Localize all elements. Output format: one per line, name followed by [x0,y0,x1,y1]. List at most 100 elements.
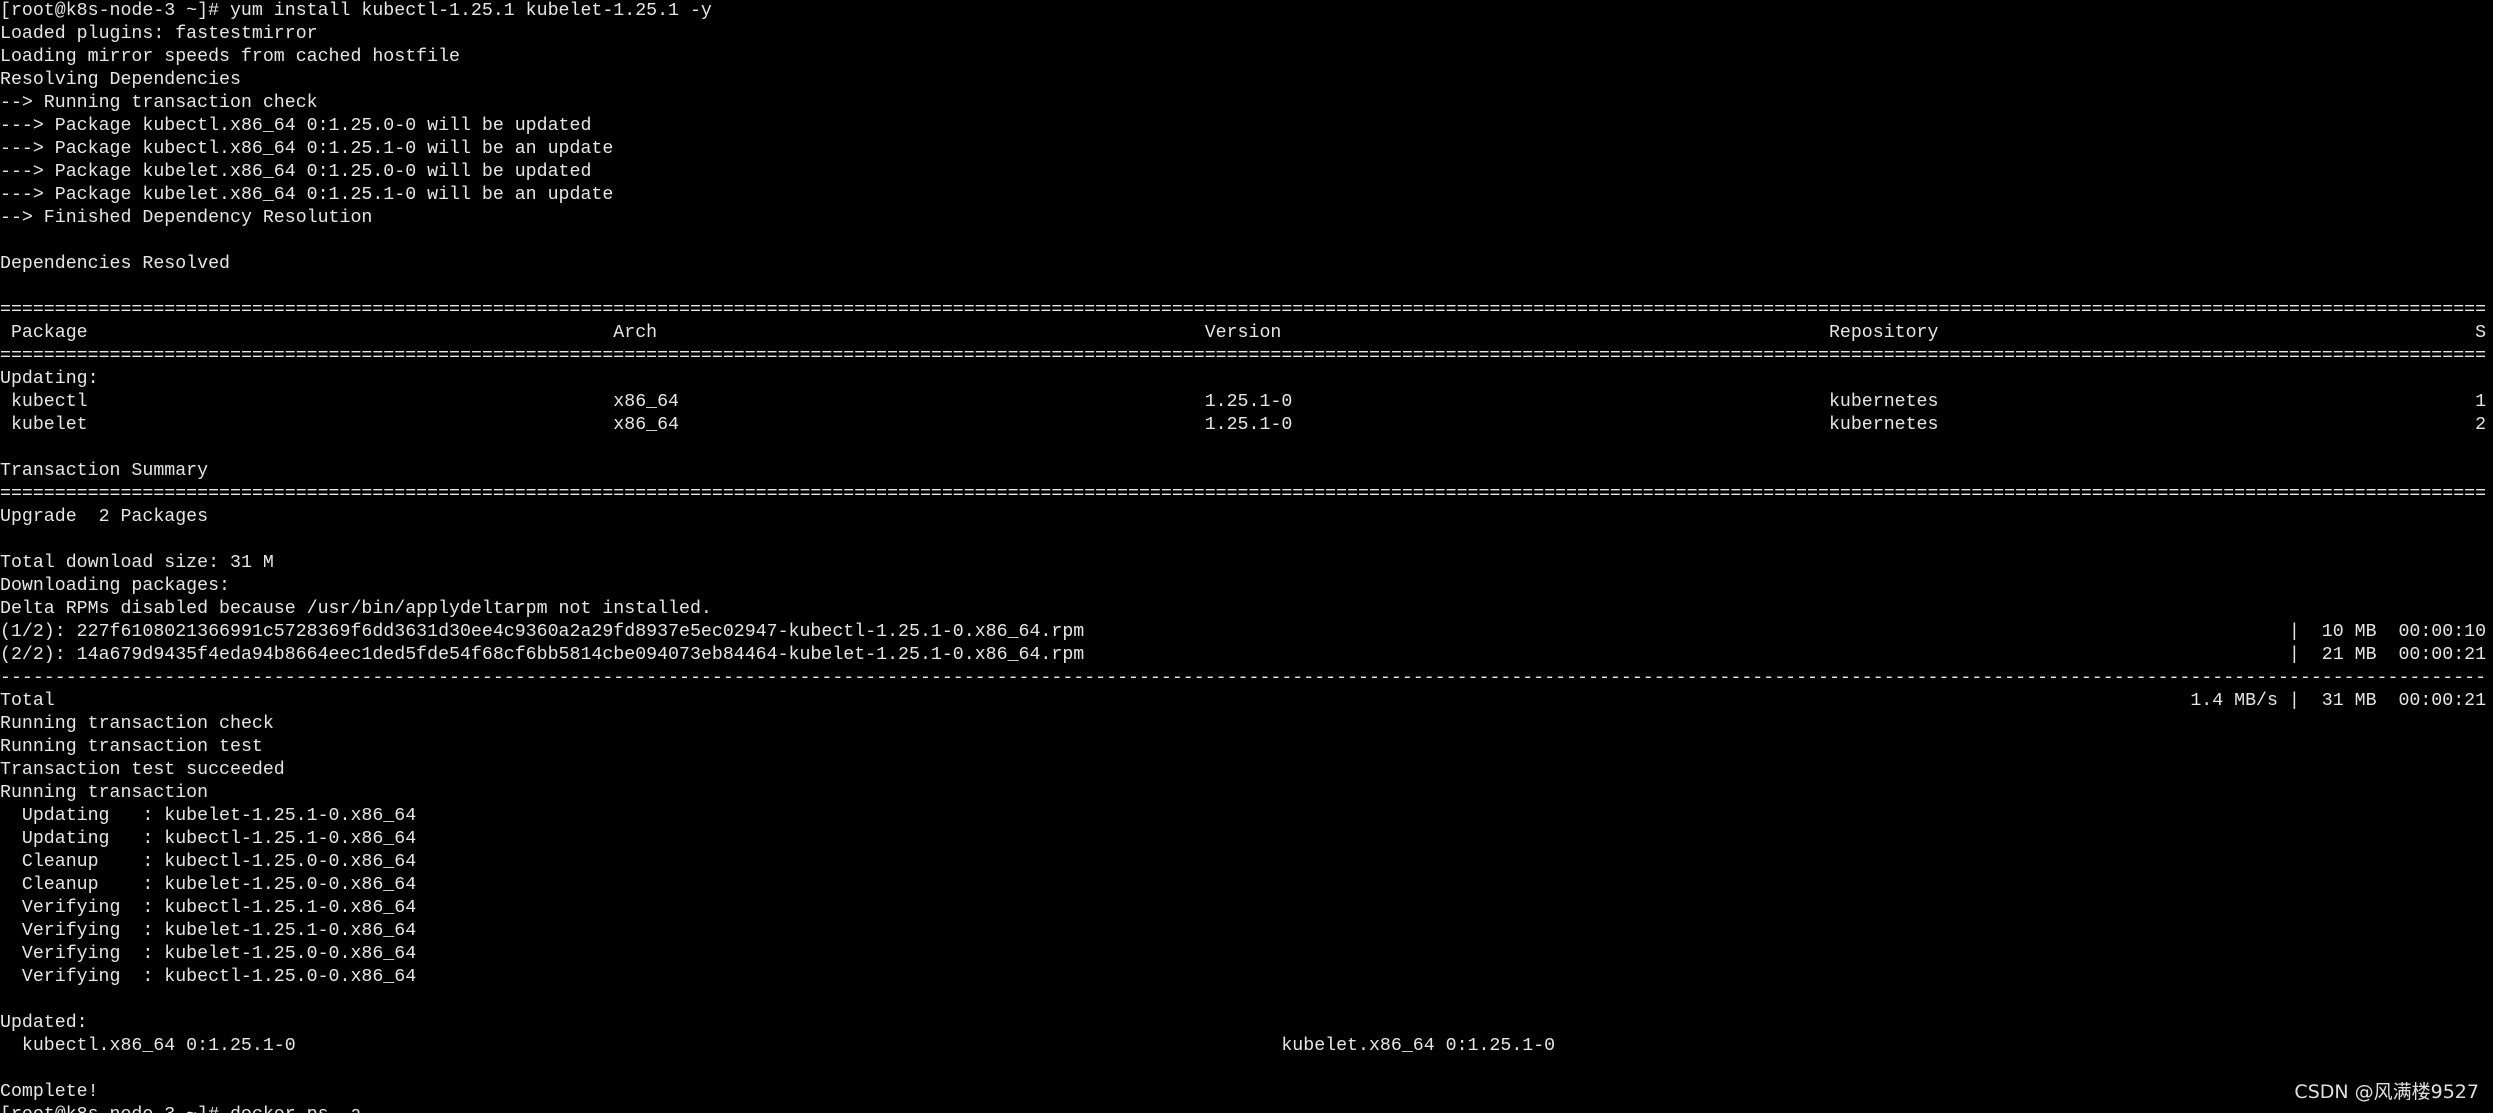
step-action: Cleanup [21,852,99,872]
cell-repository: kubernetes [1828,415,1939,435]
updated-package: kubectl.x86_64 0:1.25.1-0 [21,1036,296,1056]
column-header-arch: Arch [613,323,658,343]
command-text: yum install kubectl-1.25.1 kubelet-1.25.… [229,1,712,21]
cell-arch: x86_64 [613,392,680,412]
cell-version: 1.25.1-0 [1204,392,1293,412]
output-line: Running transaction test [0,737,263,757]
double-rule: ========================================… [0,346,2487,366]
output-line: ---> Package kubectl.x86_64 0:1.25.0-0 w… [0,116,592,136]
step-action: Cleanup [21,875,99,895]
shell-prompt: [root@k8s-node-3 ~]# [0,1,220,21]
download-separator: | [2288,622,2300,642]
step-separator: : [142,898,154,918]
step-separator: : [142,967,154,987]
output-line: --> Running transaction check [0,93,318,113]
cell-arch: x86_64 [613,415,680,435]
upgrade-count: Upgrade 2 Packages [0,507,209,527]
step-action: Verifying [21,898,121,918]
transaction-step: Verifying : kubelet-1.25.0-0.x86_64 [0,943,2493,966]
transaction-step: Verifying : kubectl-1.25.0-0.x86_64 [0,966,2493,989]
step-package: kubectl-1.25.0-0.x86_64 [164,852,417,872]
output-line: Running transaction [0,783,209,803]
download-speed: 1.4 MB/s [2190,691,2278,711]
column-header-version: Version [1204,323,1282,343]
table-row: kubectl x86_64 1.25.1-0 kubernetes 1 [0,391,2493,414]
download-total-size: 31 MB [2321,691,2377,711]
step-package: kubectl-1.25.1-0.x86_64 [164,898,417,918]
download-file-name: (1/2): 227f6108021366991c5728369f6dd3631… [0,622,1085,642]
command-line: [root@k8s-node-3 ~]# yum install kubectl… [0,0,2493,23]
output-line: Dependencies Resolved [0,254,230,274]
cell-version: 1.25.1-0 [1204,415,1293,435]
download-total-line: Total 1.4 MB/s | 31 MB 00:00:21 [0,690,2493,713]
download-time: 00:00:21 [2398,645,2487,665]
output-line: Loading mirror speeds from cached hostfi… [0,47,460,67]
single-rule: ----------------------------------------… [0,668,2487,688]
step-separator: : [142,875,154,895]
updated-packages: kubectl.x86_64 0:1.25.1-0 kubelet.x86_64… [0,1035,2493,1058]
output-line: ---> Package kubelet.x86_64 0:1.25.0-0 w… [0,162,592,182]
step-package: kubelet-1.25.0-0.x86_64 [164,875,417,895]
current-command-line[interactable]: [root@k8s-node-3 ~]# docker ps -a [0,1104,2493,1113]
double-rule: ========================================… [0,300,2487,320]
output-line: ---> Package kubectl.x86_64 0:1.25.1-0 w… [0,139,614,159]
step-package: kubelet-1.25.1-0.x86_64 [164,921,417,941]
cell-size: 2 [2475,415,2487,435]
cell-size: 1 [2475,392,2487,412]
step-separator: : [142,806,154,826]
step-action: Updating [21,806,110,826]
terminal-screen[interactable]: [root@k8s-node-3 ~]# yum install kubectl… [0,0,2493,1113]
downloading-label: Downloading packages: [0,576,230,596]
output-line: ---> Package kubelet.x86_64 0:1.25.1-0 w… [0,185,614,205]
step-separator: : [142,852,154,872]
transaction-step: Updating : kubectl-1.25.1-0.x86_64 [0,828,2493,851]
output-line: Transaction test succeeded [0,760,285,780]
column-header-size: S [2475,323,2487,343]
column-header-repository: Repository [1828,323,1939,343]
step-package: kubectl-1.25.0-0.x86_64 [164,967,417,987]
table-header: Package Arch Version Repository S [0,322,2493,345]
column-header-package: Package [10,323,88,343]
updated-package: kubelet.x86_64 0:1.25.1-0 [1281,1036,1556,1056]
command-text[interactable]: docker ps -a [230,1104,361,1113]
transaction-step: Cleanup : kubelet-1.25.0-0.x86_64 [0,874,2493,897]
transaction-step: Verifying : kubelet-1.25.1-0.x86_64 [0,920,2493,943]
step-package: kubectl-1.25.1-0.x86_64 [164,829,417,849]
download-time: 00:00:10 [2398,622,2487,642]
step-separator: : [142,829,154,849]
transaction-step: Updating : kubelet-1.25.1-0.x86_64 [0,805,2493,828]
step-action: Verifying [21,944,121,964]
step-package: kubelet-1.25.0-0.x86_64 [164,944,417,964]
watermark: CSDN @风满楼9527 [2294,1081,2479,1103]
download-separator: | [2288,691,2300,711]
cell-package: kubelet [10,415,88,435]
download-line: (2/2): 14a679d9435f4eda94b8664eec1ded5fd… [0,644,2493,667]
table-group-label: Updating: [0,369,99,389]
step-separator: : [142,921,154,941]
step-package: kubelet-1.25.1-0.x86_64 [164,806,417,826]
table-row: kubelet x86_64 1.25.1-0 kubernetes 2 [0,414,2493,437]
cell-package: kubectl [10,392,88,412]
download-file-name: (2/2): 14a679d9435f4eda94b8664eec1ded5fd… [0,645,1085,665]
delta-note: Delta RPMs disabled because /usr/bin/app… [0,599,712,619]
total-download-size: Total download size: 31 M [0,553,274,573]
summary-title: Transaction Summary [0,461,209,481]
download-total-time: 00:00:21 [2398,691,2487,711]
download-total-label: Total [0,691,55,711]
download-size: 10 MB [2321,622,2377,642]
complete-message: Complete! [0,1082,99,1102]
cell-repository: kubernetes [1828,392,1939,412]
download-size: 21 MB [2321,645,2377,665]
output-line: --> Finished Dependency Resolution [0,208,373,228]
step-action: Verifying [21,921,121,941]
double-rule: ========================================… [0,484,2487,504]
step-action: Verifying [21,967,121,987]
shell-prompt: [root@k8s-node-3 ~]# [0,1104,219,1113]
output-line: Loaded plugins: fastestmirror [0,24,318,44]
